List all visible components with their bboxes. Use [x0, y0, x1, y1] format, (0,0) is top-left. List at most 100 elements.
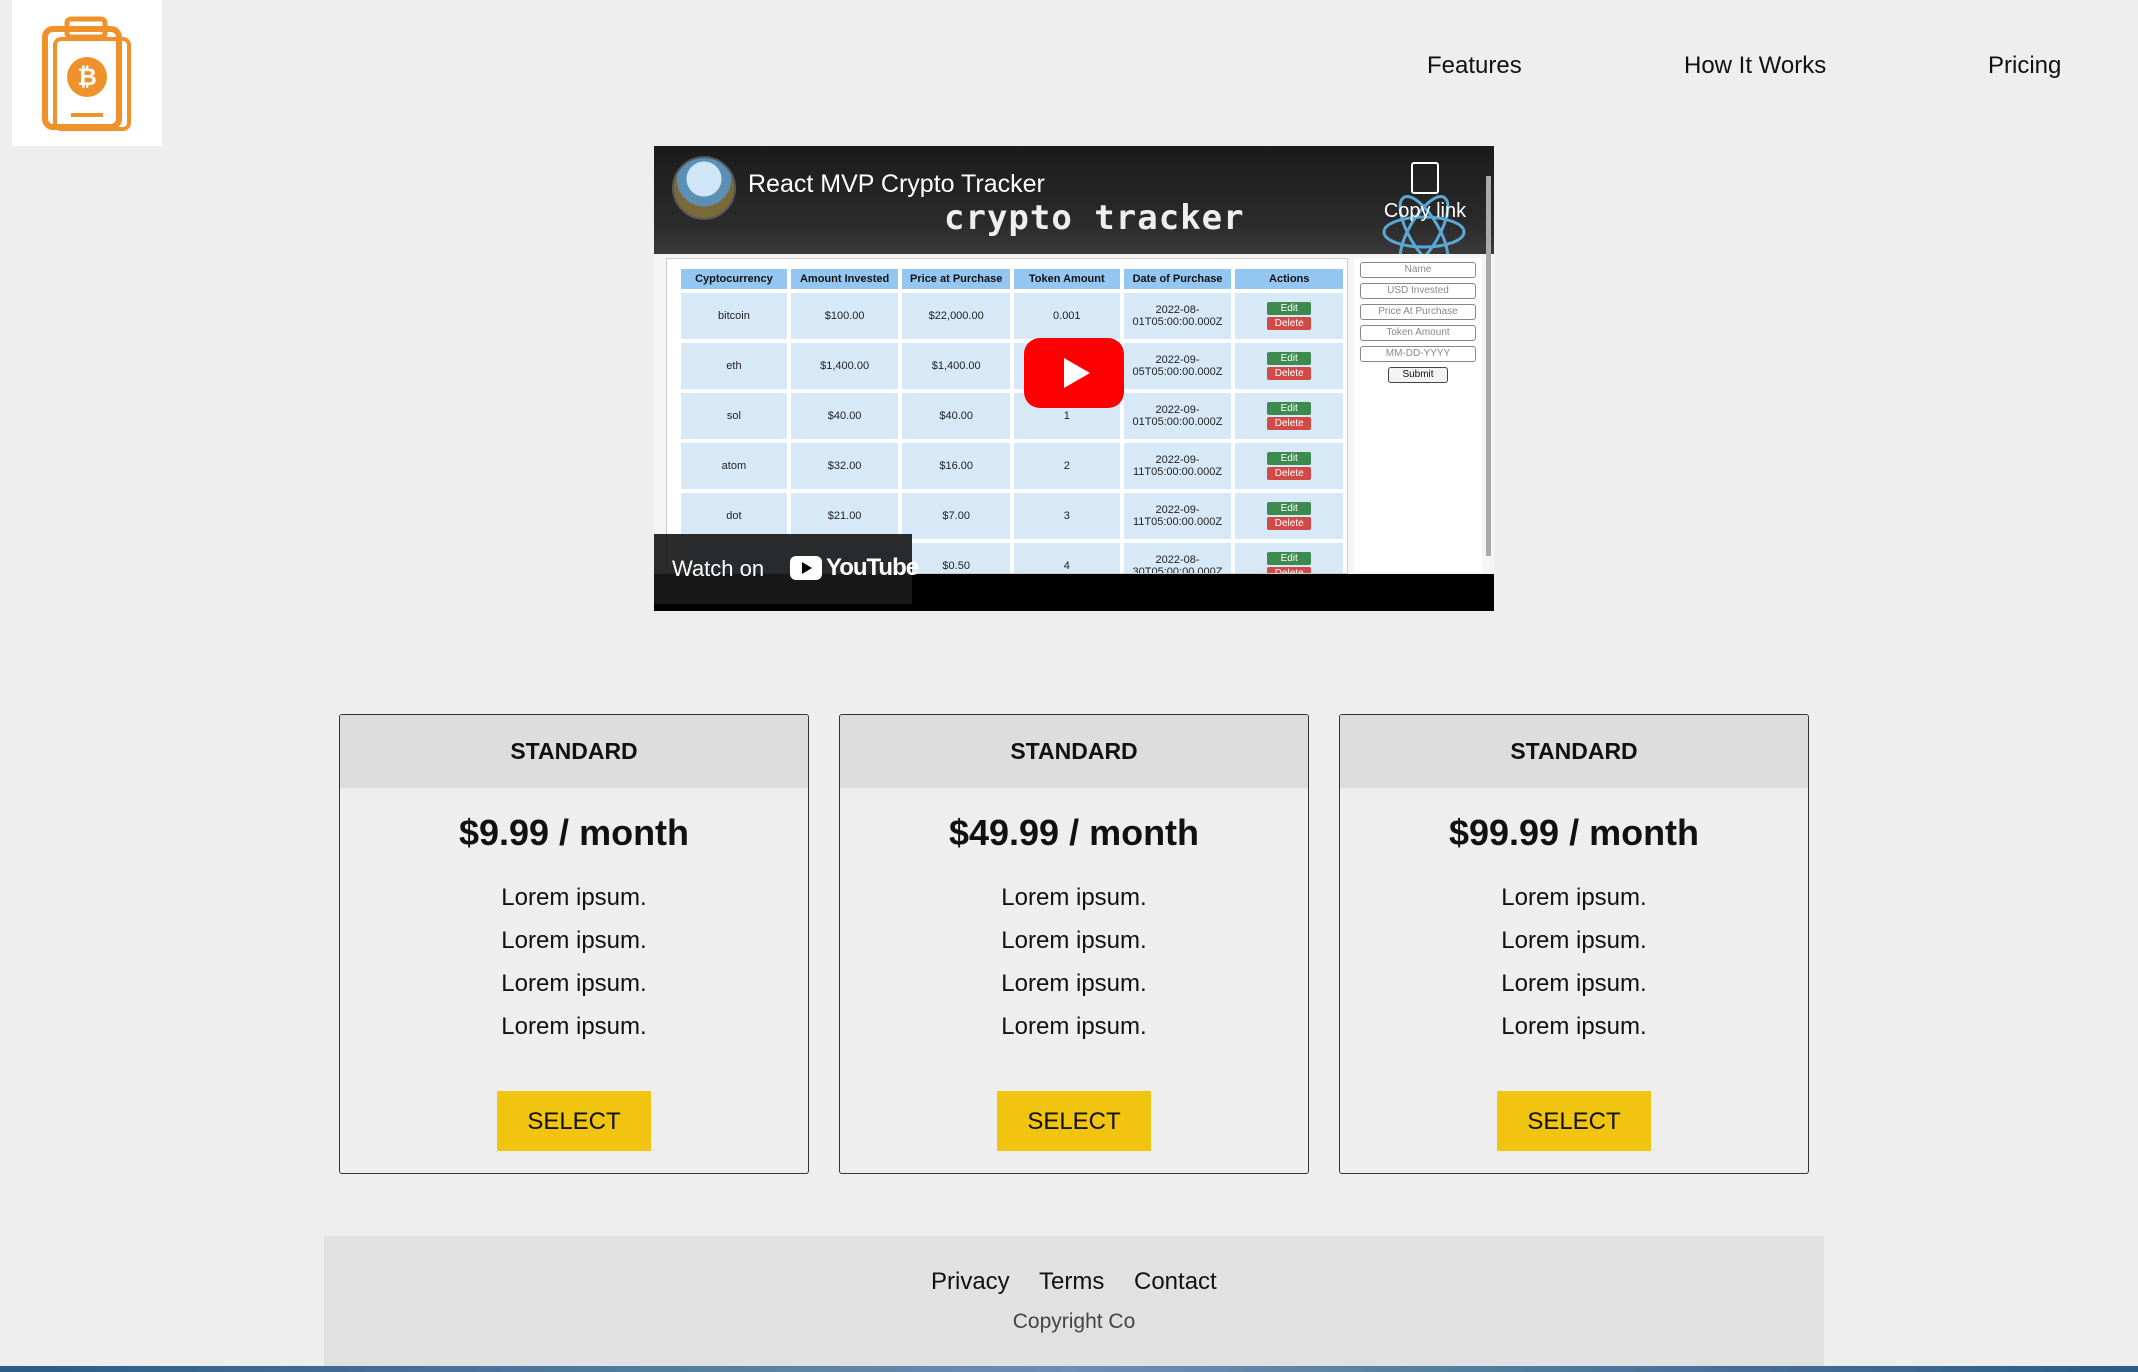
- table-cell: $40.00: [790, 393, 899, 439]
- channel-avatar[interactable]: [672, 156, 736, 220]
- feature-item: Lorem ipsum.: [1001, 884, 1147, 911]
- delete-button[interactable]: Delete: [1267, 367, 1312, 380]
- table-cell: 0.001: [1014, 293, 1120, 339]
- site-footer: Privacy Terms Contact Copyright Co: [324, 1236, 1824, 1366]
- table-row: bitcoin $100.00 $22,000.00 0.001 2022-08…: [681, 293, 1343, 339]
- plan-price: $9.99 / month: [458, 812, 690, 853]
- feature-item: Lorem ipsum.: [1501, 1013, 1647, 1040]
- nav-how-it-works[interactable]: How It Works: [1684, 52, 1826, 80]
- watch-on-label: Watch on: [672, 556, 765, 581]
- site-logo[interactable]: ₿: [12, 0, 162, 146]
- table-cell: dot: [681, 493, 787, 539]
- select-button[interactable]: SELECT: [997, 1091, 1151, 1151]
- feature-item: Lorem ipsum.: [501, 1013, 647, 1040]
- delete-button[interactable]: Delete: [1267, 317, 1312, 330]
- table-row: atom $32.00 $16.00 2 2022-09-11T05:00:00…: [681, 443, 1343, 489]
- col-header: Cyptocurrency: [681, 269, 787, 289]
- nav-features[interactable]: Features: [1427, 52, 1522, 80]
- table-cell: 2022-09-05T05:00:00.000Z: [1123, 343, 1232, 389]
- table-header-row: Cyptocurrency Amount Invested Price at P…: [681, 269, 1343, 289]
- date-field[interactable]: MM-DD-YYYY: [1360, 346, 1476, 362]
- col-header: Price at Purchase: [902, 269, 1010, 289]
- watch-on-youtube-button[interactable]: Watch on YouTube: [654, 534, 919, 604]
- price-at-purchase-field[interactable]: Price At Purchase: [1360, 304, 1476, 320]
- video-scrollbar: [1486, 176, 1491, 556]
- feature-item: Lorem ipsum.: [1001, 1013, 1147, 1040]
- actions-cell: Edit Delete: [1235, 443, 1343, 489]
- feature-list: Lorem ipsum. Lorem ipsum. Lorem ipsum. L…: [1340, 884, 1808, 1056]
- table-cell: $100.00: [790, 293, 899, 339]
- edit-button[interactable]: Edit: [1267, 402, 1312, 415]
- submit-button[interactable]: Submit: [1388, 367, 1448, 383]
- feature-item: Lorem ipsum.: [501, 927, 647, 954]
- table-cell: atom: [681, 443, 787, 489]
- feature-item: Lorem ipsum.: [1501, 927, 1647, 954]
- app-heading: crypto tracker: [944, 198, 1245, 238]
- table-row: eth $1,400.00 $1,400.00 2022-09-05T05:00…: [681, 343, 1343, 389]
- edit-button[interactable]: Edit: [1267, 502, 1312, 515]
- delete-button[interactable]: Delete: [1267, 567, 1312, 573]
- youtube-embed[interactable]: React MVP Crypto Tracker crypto tracker …: [654, 146, 1494, 611]
- table-cell: $32.00: [790, 443, 899, 489]
- feature-list: Lorem ipsum. Lorem ipsum. Lorem ipsum. L…: [840, 884, 1308, 1056]
- actions-cell: Edit Delete: [1235, 493, 1343, 539]
- table-cell: sol: [681, 393, 787, 439]
- table-cell: $1,400.00: [902, 343, 1010, 389]
- footer-link-contact[interactable]: Contact: [1134, 1268, 1217, 1296]
- feature-item: Lorem ipsum.: [1001, 927, 1147, 954]
- delete-button[interactable]: Delete: [1267, 417, 1312, 430]
- edit-button[interactable]: Edit: [1267, 552, 1312, 565]
- copyright-text: Copyright Co: [1012, 1310, 1136, 1333]
- table-cell: 2022-08-30T05:00:00.000Z: [1123, 543, 1232, 573]
- play-button[interactable]: [1024, 338, 1124, 408]
- col-header: Token Amount: [1014, 269, 1120, 289]
- video-title[interactable]: React MVP Crypto Tracker: [748, 170, 1045, 199]
- actions-cell: Edit Delete: [1235, 543, 1343, 573]
- table-row: dot $21.00 $7.00 3 2022-09-11T05:00:00.0…: [681, 493, 1343, 539]
- delete-button[interactable]: Delete: [1267, 467, 1312, 480]
- select-button[interactable]: SELECT: [497, 1091, 651, 1151]
- feature-list: Lorem ipsum. Lorem ipsum. Lorem ipsum. L…: [340, 884, 808, 1056]
- table-cell: eth: [681, 343, 787, 389]
- table-cell: 4: [1014, 543, 1120, 573]
- table-cell: 2022-09-11T05:00:00.000Z: [1123, 443, 1232, 489]
- plan-name: STANDARD: [340, 715, 808, 788]
- table-cell: 2022-09-01T05:00:00.000Z: [1123, 393, 1232, 439]
- youtube-wordmark: YouTube: [826, 554, 919, 581]
- plan-name: STANDARD: [840, 715, 1308, 788]
- table-cell: $21.00: [790, 493, 899, 539]
- table-cell: $40.00: [902, 393, 1010, 439]
- table-cell: $7.00: [902, 493, 1010, 539]
- table-cell: $1,400.00: [790, 343, 899, 389]
- pricing-card: STANDARD $9.99 / month Lorem ipsum. Lore…: [339, 714, 809, 1174]
- video-frame: Cyptocurrency Amount Invested Price at P…: [654, 254, 1494, 574]
- table-cell: 2022-08-01T05:00:00.000Z: [1123, 293, 1232, 339]
- nav-pricing[interactable]: Pricing: [1988, 52, 2061, 80]
- edit-button[interactable]: Edit: [1267, 302, 1312, 315]
- feature-item: Lorem ipsum.: [501, 970, 647, 997]
- col-header: Actions: [1235, 269, 1343, 289]
- youtube-play-icon: [790, 556, 822, 580]
- name-field[interactable]: Name: [1360, 262, 1476, 278]
- edit-button[interactable]: Edit: [1267, 452, 1312, 465]
- crypto-table-panel: Cyptocurrency Amount Invested Price at P…: [666, 258, 1348, 574]
- delete-button[interactable]: Delete: [1267, 517, 1312, 530]
- select-button[interactable]: SELECT: [1497, 1091, 1651, 1151]
- table-cell: $22,000.00: [902, 293, 1010, 339]
- usd-invested-field[interactable]: USD Invested: [1360, 283, 1476, 299]
- table-cell: 2022-09-11T05:00:00.000Z: [1123, 493, 1232, 539]
- svg-text:₿: ₿: [77, 63, 97, 91]
- token-amount-field[interactable]: Token Amount: [1360, 325, 1476, 341]
- copy-icon: [1411, 162, 1439, 194]
- feature-item: Lorem ipsum.: [1501, 970, 1647, 997]
- footer-link-terms[interactable]: Terms: [1039, 1268, 1104, 1296]
- copy-link-button[interactable]: Copy link: [1370, 162, 1480, 223]
- edit-button[interactable]: Edit: [1267, 352, 1312, 365]
- table-cell: 3: [1014, 493, 1120, 539]
- pricing-card: STANDARD $99.99 / month Lorem ipsum. Lor…: [1339, 714, 1809, 1174]
- table-cell: $0.50: [902, 543, 1010, 573]
- col-header: Date of Purchase: [1123, 269, 1232, 289]
- bitcoin-clipboard-icon: ₿: [42, 16, 131, 131]
- table-cell: 2: [1014, 443, 1120, 489]
- footer-link-privacy[interactable]: Privacy: [931, 1268, 1010, 1296]
